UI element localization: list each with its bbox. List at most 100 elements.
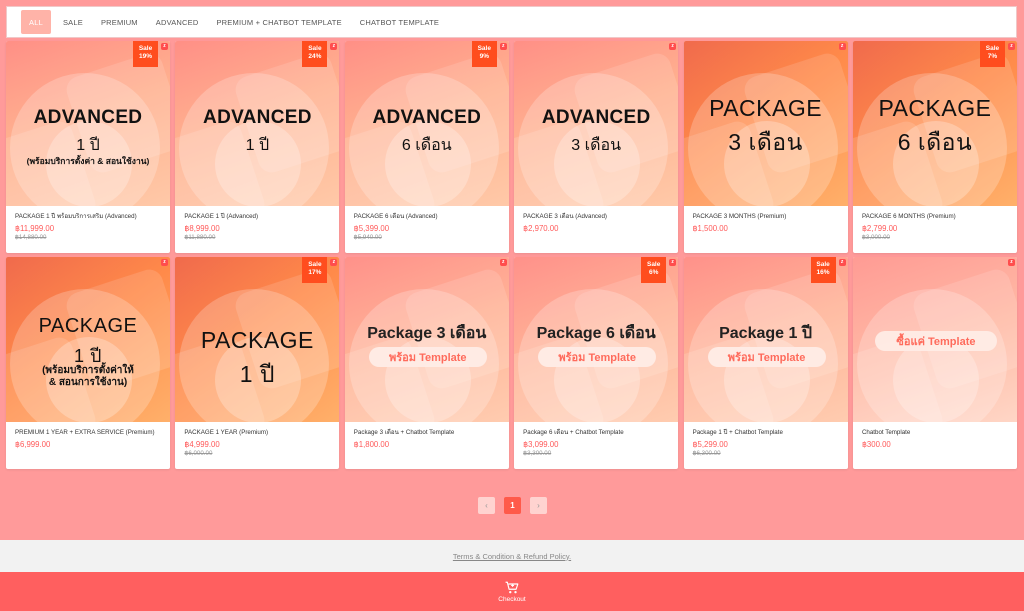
product-card[interactable]: PACKAGE 1 ปี Sale 17% z PACKAGE 1 YEAR (Pre… [175, 257, 340, 469]
product-price: ฿2,799.00 [861, 223, 898, 233]
z-logo-icon: z [838, 259, 846, 266]
sale-badge: Sale 19% [133, 41, 158, 67]
product-image-title: Package 1 ปี [719, 325, 812, 342]
z-logo-icon: z [1007, 259, 1015, 266]
sale-badge: Sale 17% [302, 257, 328, 283]
sale-badge-percent: 9% [479, 53, 489, 60]
product-image-note: (พร้อมบริการตั้งค่าให้ [42, 365, 134, 376]
z-logo-icon: z [161, 43, 168, 50]
product-image-subtitle: 1 ปี [239, 361, 276, 387]
product-image: ซื้อแค่ Template z [852, 257, 1017, 422]
product-old-price: ฿3,000.00 [861, 233, 890, 241]
product-image-pill: พร้อม Template [368, 347, 487, 367]
product-price: ฿5,299.00 [692, 439, 728, 449]
tab-sale[interactable]: SALE [57, 10, 89, 34]
page-button-1[interactable]: 1 [504, 497, 521, 514]
sale-badge-percent: 19% [138, 53, 152, 60]
product-card[interactable]: ADVANCED 3 เดือน z PACKAGE 3 เดือน (Advan… [514, 41, 679, 253]
product-image: ADVANCED 6 เดือน Sale 9% z [344, 41, 509, 206]
product-name: PACKAGE 1 ปี พร้อมบริการเสริม (Advanced) [15, 213, 137, 220]
product-price: ฿8,999.00 [184, 223, 220, 233]
product-image-title: ADVANCED [372, 107, 482, 128]
product-price: ฿1,800.00 [353, 439, 390, 449]
tab-chatbot-template[interactable]: CHATBOT TEMPLATE [354, 10, 445, 34]
z-logo-icon: z [669, 259, 677, 266]
product-price: ฿300.00 [861, 439, 891, 449]
product-image: ADVANCED 1 ปี (พร้อมบริการตั้งค่า & สอนใช… [6, 41, 170, 206]
product-image-title: ADVANCED [541, 107, 651, 128]
product-image-title: Package 6 เดือน [536, 325, 656, 342]
z-logo-icon: z [499, 43, 507, 50]
product-name: PACKAGE 3 เดือน (Advanced) [523, 213, 607, 220]
product-price: ฿6,999.00 [15, 439, 51, 449]
sale-badge-percent: 16% [816, 269, 830, 276]
product-card[interactable]: PACKAGE 3 เดือน z PACKAGE 3 MONTHS (Premi… [683, 41, 848, 253]
product-image: PACKAGE 6 เดือน Sale 7% z [852, 41, 1017, 206]
product-card[interactable]: ADVANCED 6 เดือน Sale 9% z PACKAGE 6 เดือน … [344, 41, 509, 253]
checkout-bar: Checkout [0, 572, 1024, 611]
terms-link[interactable]: Terms & Condition & Refund Policy. [453, 552, 571, 561]
sale-badge: Sale 24% [302, 41, 328, 67]
tab-advanced[interactable]: ADVANCED [150, 10, 205, 34]
product-old-price: ฿6,000.00 [184, 449, 213, 457]
product-grid: ADVANCED 1 ปี (พร้อมบริการตั้งค่า & สอนใช… [6, 41, 1017, 469]
sale-badge-label: Sale [816, 261, 830, 268]
z-logo-icon: z [669, 43, 677, 50]
terms-bar: Terms & Condition & Refund Policy. [0, 540, 1024, 572]
product-image: Package 6 เดือน พร้อม Template Sale 6% z [514, 257, 679, 422]
product-old-price: ฿14,880.00 [15, 233, 47, 241]
checkout-label: Checkout [498, 595, 526, 603]
product-old-price: ฿6,300.00 [692, 449, 721, 457]
product-old-price: ฿11,880.00 [184, 233, 216, 241]
product-name: Package 1 ปี + Chatbot Template [692, 429, 783, 436]
z-logo-icon: z [330, 43, 338, 50]
product-card[interactable]: Package 6 เดือน พร้อม Template Sale 6% z Pa… [514, 257, 679, 469]
z-logo-icon: z [838, 43, 846, 50]
chevron-right-icon[interactable]: › [530, 497, 547, 514]
sale-badge-label: Sale [308, 261, 322, 268]
product-image-subtitle: 3 เดือน [571, 137, 622, 154]
product-name: Package 3 เดือน + Chatbot Template [353, 429, 455, 436]
product-image-title: ADVANCED [33, 107, 143, 128]
z-logo-icon: z [161, 259, 168, 266]
product-image-note: (พร้อมบริการตั้งค่า & สอนใช้งาน) [26, 156, 150, 166]
product-price: ฿3,099.00 [523, 439, 559, 449]
product-name: Package 6 เดือน + Chatbot Template [523, 429, 624, 436]
product-price: ฿5,399.00 [353, 223, 390, 233]
product-card[interactable]: Package 3 เดือน พร้อม Template z Package … [344, 257, 509, 469]
sale-badge-label: Sale [477, 45, 491, 52]
product-old-price: ฿5,940.00 [353, 233, 382, 241]
tab-all[interactable]: ALL [21, 10, 51, 34]
sale-badge: Sale 7% [979, 41, 1005, 67]
sale-badge-label: Sale [646, 261, 661, 268]
z-logo-icon: z [1007, 43, 1015, 50]
tab-premium[interactable]: PREMIUM [95, 10, 144, 34]
product-image-pill: ซื้อแค่ Template [874, 331, 997, 351]
product-name: PACKAGE 1 ปี (Advanced) [184, 213, 259, 220]
product-name: PACKAGE 6 เดือน (Advanced) [353, 213, 438, 220]
product-card[interactable]: ADVANCED 1 ปี (พร้อมบริการตั้งค่า & สอนใช… [6, 41, 170, 253]
sale-badge-percent: 7% [987, 53, 998, 60]
tab-premium-chatbot-template[interactable]: PREMIUM + CHATBOT TEMPLATE [210, 10, 347, 34]
chevron-left-icon[interactable]: ‹ [478, 497, 495, 514]
product-image-title: PACKAGE [200, 327, 314, 353]
product-image-subtitle: 3 เดือน [728, 129, 803, 155]
sale-badge-label: Sale [138, 45, 153, 52]
product-name: PREMIUM 1 YEAR + EXTRA SERVICE (Premium) [15, 429, 155, 436]
product-name: PACKAGE 6 MONTHS (Premium) [861, 213, 956, 220]
product-card[interactable]: PACKAGE 6 เดือน Sale 7% z PACKAGE 6 MONTHS … [852, 41, 1017, 253]
product-image: ADVANCED 1 ปี Sale 24% z [175, 41, 340, 206]
product-card[interactable]: PACKAGE 1 ปี (พร้อมบริการตั้งค่าให้ & สอ… [6, 257, 170, 469]
checkout-button[interactable]: Checkout [498, 581, 526, 603]
sale-badge-percent: 17% [308, 269, 322, 276]
product-image-title: PACKAGE [38, 315, 138, 337]
product-card[interactable]: Package 1 ปี พร้อม Template Sale 16% z Pack… [683, 257, 848, 469]
product-price: ฿2,970.00 [523, 223, 559, 233]
product-price: ฿1,500.00 [692, 223, 728, 233]
product-image: ADVANCED 3 เดือน z [514, 41, 679, 206]
z-logo-icon: z [330, 259, 338, 266]
product-image: Package 1 ปี พร้อม Template Sale 16% z [683, 257, 848, 422]
product-card[interactable]: ADVANCED 1 ปี Sale 24% z PACKAGE 1 ปี (Adva… [175, 41, 340, 253]
sale-badge-label: Sale [308, 45, 322, 52]
product-card[interactable]: ซื้อแค่ Template z Chatbot Template ฿300.… [852, 257, 1017, 469]
